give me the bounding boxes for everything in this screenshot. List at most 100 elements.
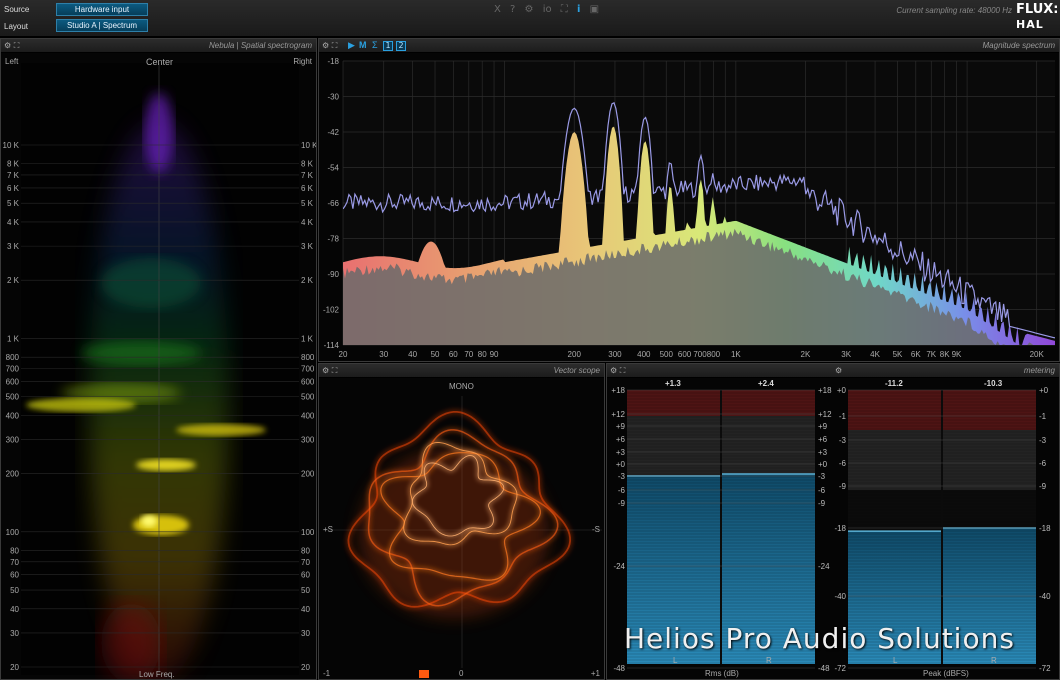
settings-icon[interactable]: ⚙ ⛶ (610, 366, 625, 376)
spectrum-freq-label: 8K (940, 350, 950, 359)
spectrum-db-label: -54 (327, 164, 339, 173)
nebula-freq-label-left: 10 K (3, 141, 20, 150)
nebula-freq-label-right: 200 (301, 470, 315, 479)
spectrum-db-label: -90 (327, 270, 339, 279)
nebula-freq-label-left: 3 K (7, 242, 20, 251)
spectrum-db-label: -102 (323, 306, 340, 315)
nebula-freq-label-left: 100 (6, 528, 20, 537)
meter-scale-label: -6 (1039, 459, 1047, 468)
sum-icon[interactable]: Σ (372, 40, 378, 50)
help-icon[interactable]: ? (510, 4, 515, 15)
spectrum-freq-label: 4K (870, 350, 880, 359)
nebula-freq-label-right: 5 K (301, 199, 314, 208)
info-icon[interactable]: i (577, 4, 580, 15)
nebula-freq-label-left: 80 (10, 547, 19, 556)
spectrum-freq-label: 600 (678, 350, 692, 359)
nebula-freq-label-left: 1 K (7, 334, 20, 343)
peak-left-channel: L (893, 656, 898, 665)
meter-scale-label: -3 (818, 472, 826, 481)
nebula-freq-label-left: 700 (6, 364, 20, 373)
nebula-header: ⚙ ⛶ Nebula | Spatial spectrogram (1, 39, 316, 53)
settings-icon[interactable]: ⚙ ⛶ (322, 41, 337, 51)
spectrum-freq-label: 2K (801, 350, 811, 359)
nebula-freq-label-right: 4 K (301, 218, 314, 227)
rms-left-channel: L (673, 656, 678, 665)
settings-icon[interactable]: ⚙ ⛶ (322, 366, 337, 376)
window-icon[interactable]: ▣ (590, 4, 599, 15)
spectrum-freq-label: 40 (408, 350, 417, 359)
nebula-freq-label-left: 600 (6, 377, 20, 386)
meter-scale-label: +0 (1039, 386, 1049, 395)
settings-icon[interactable]: ⚙ (835, 366, 842, 375)
nebula-freq-label-left: 5 K (7, 199, 20, 208)
scale-plus-one: +1 (590, 669, 600, 678)
meter-scale-label: +0 (616, 460, 626, 469)
meter-scale-label: +0 (837, 386, 847, 395)
meter-scale-label: -40 (834, 592, 846, 601)
tab-1[interactable]: 1 (383, 41, 393, 51)
io-icon[interactable]: io (543, 4, 552, 15)
vectorscope-title: Vector scope (553, 366, 600, 375)
tab-2[interactable]: 2 (396, 41, 406, 51)
spectrum-freq-label: 6K (911, 350, 921, 359)
minus-s-label: -S (592, 525, 600, 534)
spectrum-freq-label: 800 (707, 350, 721, 359)
close-icon[interactable]: X (494, 4, 501, 15)
spectrum-title: Magnitude spectrum (982, 41, 1055, 50)
settings-icon[interactable]: ⚙ ⛶ (4, 41, 19, 51)
nebula-freq-label-right: 800 (301, 353, 315, 362)
nebula-display: 10 K 8 K 7 K 6 K 5 K 4 K 3 K 2 K 1 K 800 700 600 500… (3, 63, 317, 679)
nebula-title: Nebula | Spatial spectrogram (208, 41, 312, 50)
meter-scale-label: -24 (818, 562, 830, 571)
watermark-text: Helios Pro Audio Solutions (624, 622, 1015, 655)
meter-scale-label: +6 (818, 435, 828, 444)
spectrum-panel: ⚙ ⛶ ▶ M Σ 1 2 Magnitude spectrum -18 -30… (318, 38, 1060, 362)
top-bar: Source Hardware input Layout Studio A | … (0, 0, 1060, 37)
play-icon[interactable]: ▶ (348, 40, 355, 51)
nebula-freq-label-right: 1 K (301, 334, 314, 343)
source-select-button[interactable]: Hardware input (56, 3, 148, 16)
spectrum-freq-label: 20 (339, 350, 348, 359)
nebula-freq-label-right: 300 (301, 436, 315, 445)
nebula-freq-label-left: 400 (6, 411, 20, 420)
nebula-freq-label-left: 200 (6, 470, 20, 479)
sampling-rate-text: Current sampling rate: 48000 Hz (896, 6, 1012, 15)
nebula-freq-label-right: 2 K (301, 276, 314, 285)
spectrum-freq-label: 9K (952, 350, 962, 359)
nebula-freq-label-right: 6 K (301, 184, 314, 193)
nebula-freq-label-right: 10 K (301, 141, 317, 150)
rms-right-channel: R (766, 656, 772, 665)
metering-header: ⚙ ⛶ ⚙ metering (607, 364, 1059, 378)
vectorscope-header: ⚙ ⛶ Vector scope (319, 364, 604, 378)
spectrum-db-label: -66 (327, 199, 339, 208)
nebula-freq-label-right: 700 (301, 364, 315, 373)
layout-select-button[interactable]: Studio A | Spectrum (56, 19, 148, 32)
nebula-freq-label-right: 70 (301, 558, 310, 567)
layout-label: Layout (4, 22, 29, 31)
nebula-freq-label-right: 500 (301, 393, 315, 402)
fullscreen-icon[interactable]: ⛶ (561, 4, 568, 15)
meter-scale-label: +9 (818, 422, 828, 431)
meter-scale-label: -6 (618, 486, 626, 495)
nebula-panel: ⚙ ⛶ Nebula | Spatial spectrogram 10 K 8 … (0, 38, 317, 680)
meter-scale-label: +6 (616, 435, 626, 444)
meter-scale-label: -48 (613, 664, 625, 673)
meter-scale-label: -3 (1039, 436, 1047, 445)
low-freq-label: Low Freq. (139, 670, 175, 679)
spectrum-freq-label: 90 (490, 350, 499, 359)
spectrum-db-label: -30 (327, 93, 339, 102)
right-label: Right (293, 57, 312, 66)
spectrum-freq-label: 5K (893, 350, 903, 359)
spectrum-freq-label: 50 (431, 350, 440, 359)
logo-top-text: FLUX: (1016, 2, 1059, 17)
scale-zero: 0 (459, 669, 464, 678)
source-label: Source (4, 5, 30, 14)
nebula-freq-label-right: 80 (301, 547, 310, 556)
meter-scale-label: -6 (839, 459, 847, 468)
mode-m-icon[interactable]: M (359, 40, 367, 50)
spectrum-freq-label: 80 (478, 350, 487, 359)
nebula-freq-label-right: 100 (301, 528, 315, 537)
spectrum-db-label: -114 (324, 341, 340, 350)
settings-icon[interactable]: ⚙ (525, 4, 534, 15)
rms-right-value: +2.4 (758, 379, 774, 388)
